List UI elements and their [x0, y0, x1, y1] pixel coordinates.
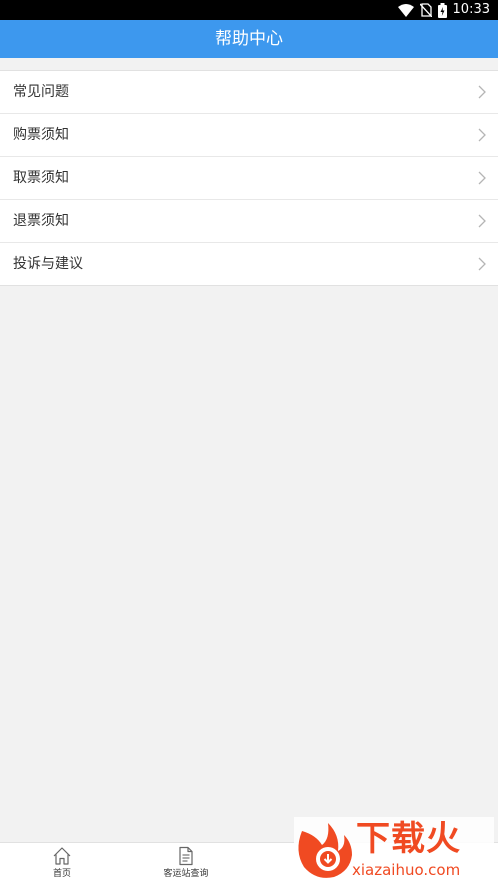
menu-item-refund-notice[interactable]: 退票须知: [0, 200, 498, 243]
wifi-icon: [397, 3, 414, 17]
chevron-right-icon: [478, 128, 486, 142]
menu-item-label: 购票须知: [13, 127, 69, 143]
home-icon: [53, 847, 71, 865]
status-time: 10:33: [452, 2, 490, 17]
battery-charging-icon: [437, 2, 447, 18]
menu-item-label: 常见问题: [13, 84, 69, 100]
nav-item-home[interactable]: 首页: [0, 843, 124, 887]
menu-item-label: 退票须知: [13, 213, 69, 229]
menu-item-faq[interactable]: 常见问题: [0, 71, 498, 114]
watermark-url: xiazaihuo.com: [352, 861, 461, 879]
no-sim-icon: [419, 3, 432, 17]
menu-item-label: 投诉与建议: [13, 256, 83, 272]
nav-item-label: 客运站查询: [163, 869, 209, 879]
menu-item-ticket-purchase-notice[interactable]: 购票须知: [0, 114, 498, 157]
watermark-brand: 下载火: [356, 819, 461, 859]
status-icons: 10:33: [397, 2, 490, 18]
menu-item-ticket-pickup-notice[interactable]: 取票须知: [0, 157, 498, 200]
nav-item-station-query[interactable]: 客运站查询: [124, 843, 248, 887]
menu-item-label: 取票须知: [13, 170, 69, 186]
flame-logo-icon: [298, 823, 352, 878]
status-bar: 10:33: [0, 0, 498, 20]
watermark: 下载火 xiazaihuo.com: [294, 817, 494, 883]
nav-item-label: 首页: [52, 869, 71, 879]
menu-item-complaints-suggestions[interactable]: 投诉与建议: [0, 243, 498, 285]
chevron-right-icon: [478, 85, 486, 99]
help-menu-list: 常见问题 购票须知 取票须知 退票须知 投诉与建议: [0, 70, 498, 286]
document-icon: [179, 846, 193, 866]
chevron-right-icon: [478, 171, 486, 185]
chevron-right-icon: [478, 214, 486, 228]
chevron-right-icon: [478, 257, 486, 271]
page-title: 帮助中心: [215, 29, 283, 49]
app-bar: 帮助中心: [0, 20, 498, 58]
